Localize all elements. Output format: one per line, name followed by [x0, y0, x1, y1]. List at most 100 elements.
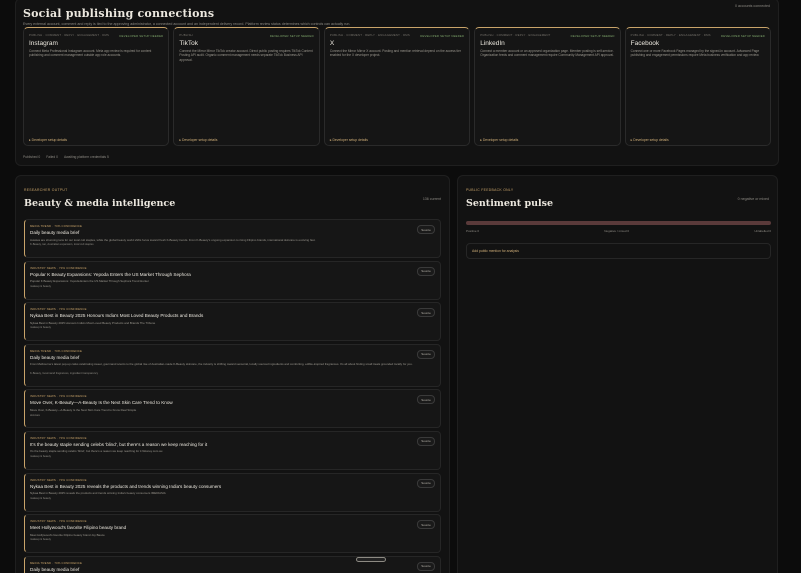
- item-description: From Melbourne's latest pop-up cafes cel…: [30, 362, 413, 367]
- platform-name: TikTok: [179, 40, 198, 47]
- item-title: Daily beauty media brief: [30, 566, 80, 572]
- developer-setup-link[interactable]: ▸ Developer setup details: [179, 138, 217, 142]
- platform-card-x: PUBLISH · COMMENT · REPLY · ENGAGEMENT ·…: [323, 27, 471, 146]
- list-item: INDUSTRY NEWS · 70% CONFIDENCE Nykaa Bes…: [24, 472, 441, 512]
- source-button[interactable]: Source: [417, 436, 435, 446]
- intelligence-title: Beauty & media intelligence: [24, 198, 176, 209]
- item-kicker: INDUSTRY NEWS · 70% CONFIDENCE: [30, 519, 87, 524]
- sentiment-panel: PUBLIC FEEDBACK ONLY Sentiment pulse 0 n…: [457, 175, 778, 573]
- list-item: INDUSTRY NEWS · 70% CONFIDENCE Popular K…: [24, 260, 441, 300]
- connections-panel: Social publishing connections Every exte…: [15, 0, 779, 166]
- source-button[interactable]: Source: [417, 266, 435, 276]
- platform-card-instagram: PUBLISH · COMMENT · REPLY · ENGAGEMENT ·…: [23, 27, 170, 146]
- item-tags: makeup & beauty: [30, 455, 51, 459]
- item-tags: K-Beauty, tan, Australian expansion, loc…: [30, 243, 94, 247]
- developer-setup-link[interactable]: ▸ Developer setup details: [631, 138, 669, 142]
- status-badge: DEVELOPER SETUP NEEDED: [119, 34, 164, 38]
- list-item: MEDIA TREND · 70% CONFIDENCE Daily beaut…: [24, 219, 441, 258]
- item-description: Popular K Beauty Expansions: Yepoda Ente…: [30, 279, 149, 284]
- item-kicker: MEDIA TREND · 70% CONFIDENCE: [30, 224, 83, 228]
- item-tags: makeup & beauty: [30, 496, 51, 500]
- source-button[interactable]: Source: [417, 308, 435, 318]
- positive-count: Positive 0: [466, 229, 480, 233]
- item-title: It's the beauty staple sending celebs 'b…: [30, 441, 208, 447]
- list-item: INDUSTRY NEWS · 70% CONFIDENCE Nykaa Bes…: [24, 302, 441, 342]
- current-count: 136 current: [422, 197, 441, 201]
- published-count: Published 0: [23, 155, 41, 159]
- item-title: Nykaa Best in Beauty 2025 Honours India'…: [30, 313, 204, 319]
- item-kicker: MEDIA TREND · 70% CONFIDENCE: [30, 348, 83, 353]
- add-mention-button[interactable]: Add public mention for analysis: [466, 243, 771, 259]
- item-description: Aussies are shunning tans for our local …: [30, 237, 316, 242]
- accounts-connected-count: 0 accounts connected: [735, 4, 770, 8]
- item-title: Popular K Beauty Expansions: Yepoda Ente…: [30, 271, 191, 277]
- source-button[interactable]: Source: [417, 349, 435, 359]
- connections-title: Social publishing connections: [23, 7, 215, 20]
- sentiment-legend: Positive 0 Negative / mixed 0 Unlabelled…: [466, 229, 771, 233]
- platform-card-linkedin: PUBLISH · COMMENT · REPLY · ENGAGEMENT D…: [474, 27, 621, 146]
- delivery-summary: Published 0 Failed 0 Awaiting platform c…: [23, 155, 109, 159]
- item-tags: K-Beauty, Gourmand fragrances, ingredien…: [30, 372, 99, 376]
- platform-name: X: [329, 40, 335, 47]
- item-tags: skincare: [30, 413, 41, 417]
- item-kicker: INDUSTRY NEWS · 70% CONFIDENCE: [30, 307, 87, 312]
- list-item: INDUSTRY NEWS · 70% CONFIDENCE Move Over…: [24, 389, 441, 429]
- item-tags: makeup & beauty: [30, 538, 51, 542]
- status-badge: DEVELOPER SETUP NEEDED: [570, 34, 615, 38]
- item-description: Meet Hollywood's favorite Filipino beaut…: [30, 532, 105, 537]
- item-kicker: INDUSTRY NEWS · 70% CONFIDENCE: [30, 394, 87, 399]
- item-title: Daily beauty media brief: [30, 354, 80, 360]
- intelligence-panel: RESEARCHER OUTPUT Beauty & media intelli…: [15, 175, 450, 573]
- source-button[interactable]: Source: [417, 520, 435, 530]
- item-tags: makeup & beauty: [30, 284, 51, 288]
- item-title: Meet Hollywood's favorite Filipino beaut…: [30, 525, 127, 531]
- awaiting-credentials-count: Awaiting platform credentials 5: [63, 155, 109, 159]
- platform-card-facebook: PUBLISH · COMMENT · REPLY · ENGAGEMENT ·…: [624, 27, 772, 146]
- source-button[interactable]: Source: [417, 395, 435, 405]
- item-tags: makeup & beauty: [30, 326, 51, 330]
- platform-description: Connect Meta Professional Instagram acco…: [29, 49, 152, 58]
- list-item: MEDIA TREND · 70% CONFIDENCE Daily beaut…: [24, 343, 441, 387]
- platform-description: Connect one or more Facebook Pages manag…: [630, 49, 760, 58]
- item-description: Nykaa Best in Beauty 2025 reveals the pr…: [30, 491, 166, 496]
- status-badge: DEVELOPER SETUP NEEDED: [269, 34, 314, 38]
- sentiment-bar: [466, 221, 771, 225]
- item-title: Nykaa Best in Beauty 2025 reveals the pr…: [30, 483, 222, 489]
- item-description: Nykaa Best in Beauty 2025 Honours India'…: [30, 320, 156, 325]
- item-description: Move Over, K-Beauty—A-Beauty Is the Next…: [30, 407, 137, 412]
- item-title: Move Over, K-Beauty—A-Beauty Is the Next…: [30, 400, 173, 406]
- unlabelled-count: Unlabelled 0: [754, 229, 771, 233]
- list-item: INDUSTRY NEWS · 70% CONFIDENCE Meet Holl…: [24, 514, 441, 554]
- platform-name: Facebook: [630, 40, 660, 47]
- negative-mixed-count: Negative / mixed 0: [604, 229, 630, 233]
- sentiment-title: Sentiment pulse: [466, 198, 554, 209]
- item-kicker: INDUSTRY NEWS · 70% CONFIDENCE: [30, 477, 87, 482]
- panel-kicker: PUBLIC FEEDBACK ONLY: [466, 188, 514, 192]
- failed-count: Failed 0: [46, 155, 58, 159]
- connections-subtitle: Every external account, comment and repl…: [23, 22, 351, 26]
- developer-setup-link[interactable]: ▸ Developer setup details: [330, 138, 368, 142]
- panel-kicker: RESEARCHER OUTPUT: [24, 188, 68, 192]
- list-item: INDUSTRY NEWS · 70% CONFIDENCE It's the …: [24, 430, 441, 470]
- source-button[interactable]: Source: [417, 225, 435, 234]
- platform-card-tiktok: PUBLISH DEVELOPER SETUP NEEDED TikTok Co…: [173, 27, 320, 146]
- developer-setup-link[interactable]: ▸ Developer setup details: [480, 138, 518, 142]
- platform-cards: PUBLISH · COMMENT · REPLY · ENGAGEMENT ·…: [23, 27, 772, 146]
- negative-count: 0 negative or mixed: [737, 197, 769, 201]
- developer-setup-link[interactable]: ▸ Developer setup details: [29, 138, 67, 142]
- status-badge: DEVELOPER SETUP NEEDED: [721, 34, 766, 38]
- item-description: It's the beauty staple sending celebs 'b…: [30, 449, 163, 454]
- source-button[interactable]: Source: [417, 561, 435, 571]
- item-kicker: INDUSTRY NEWS · 70% CONFIDENCE: [30, 435, 87, 440]
- platform-description: Connect a member account or an approved …: [480, 49, 614, 58]
- platform-name: LinkedIn: [480, 40, 505, 47]
- platform-description: Connect the Mirror Mirror X account. Pos…: [329, 49, 461, 58]
- status-badge: DEVELOPER SETUP NEEDED: [420, 34, 465, 38]
- source-button[interactable]: Source: [417, 478, 435, 488]
- item-kicker: INDUSTRY NEWS · 70% CONFIDENCE: [30, 265, 87, 270]
- scroll-indicator[interactable]: [356, 557, 386, 562]
- platform-name: Instagram: [29, 40, 58, 47]
- item-title: Daily beauty media brief: [30, 230, 80, 235]
- intel-feed: MEDIA TREND · 70% CONFIDENCE Daily beaut…: [24, 219, 441, 573]
- platform-description: Connect the Mirror Mirror TikTok creator…: [179, 49, 313, 62]
